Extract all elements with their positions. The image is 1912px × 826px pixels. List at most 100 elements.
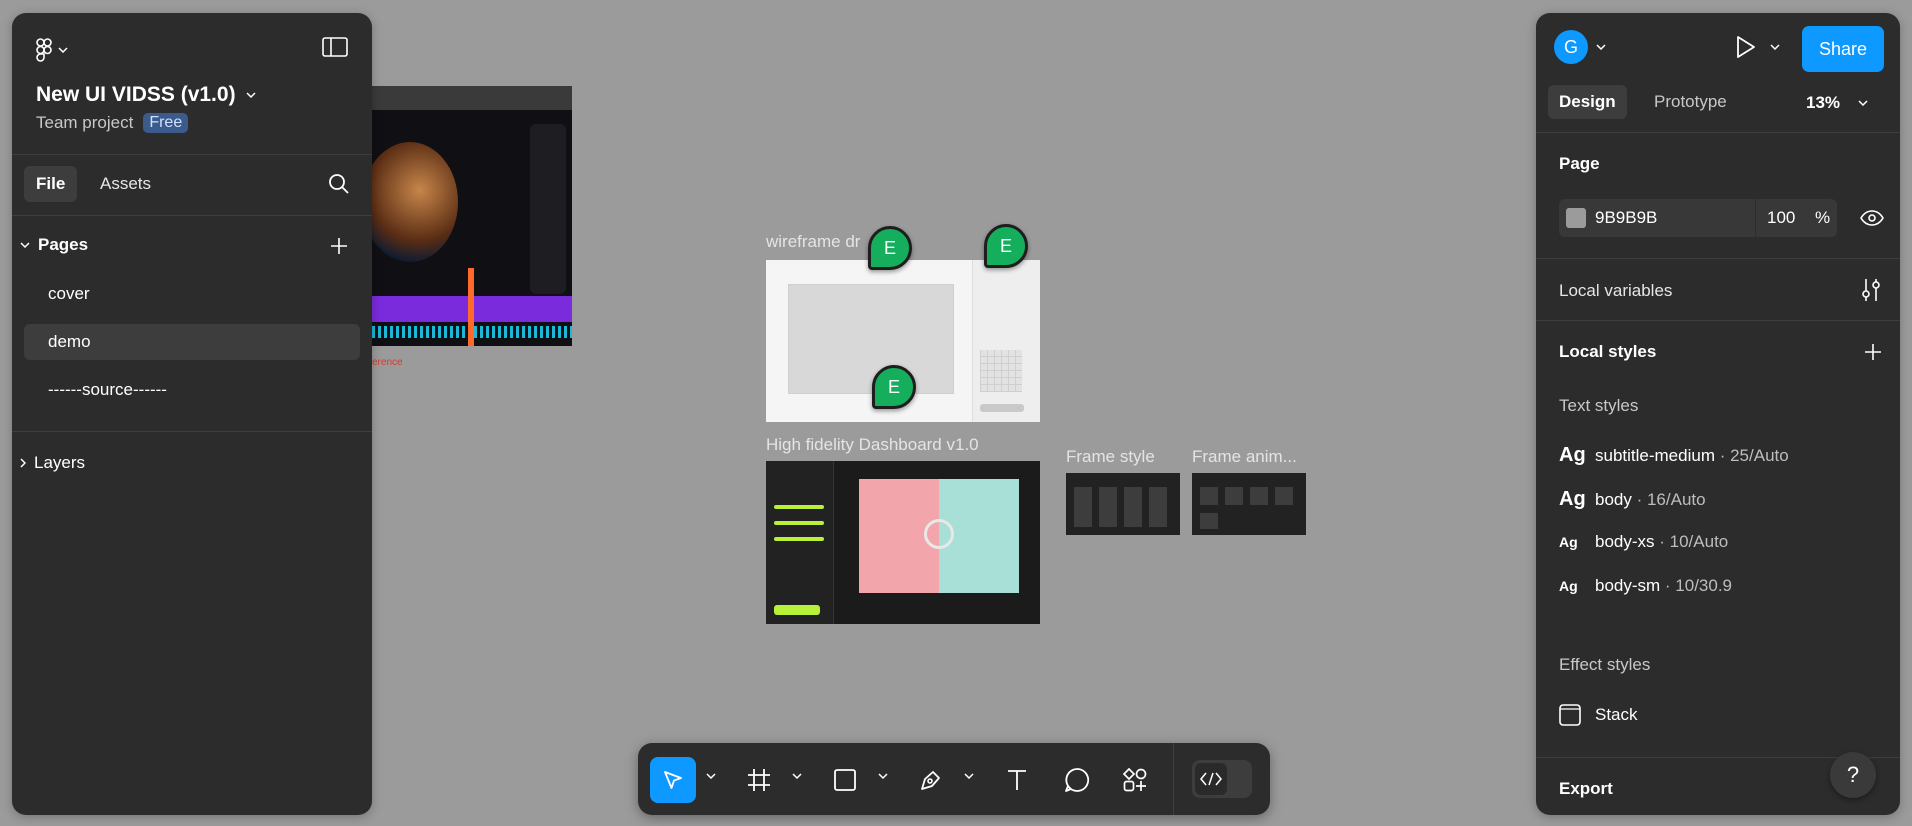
right-sidebar: G Share Design Prototype 13% Page 9B9B9B… bbox=[1536, 13, 1900, 815]
left-sidebar: New UI VIDSS (v1.0) Team project Free Fi… bbox=[12, 13, 372, 815]
comment-tool-button[interactable] bbox=[1054, 757, 1100, 803]
local-variables-button[interactable]: Local variables bbox=[1559, 281, 1672, 301]
pages-heading: Pages bbox=[38, 235, 89, 254]
text-style-item[interactable]: Ag body-xs · 10/Auto bbox=[1559, 532, 1728, 552]
dev-mode-toggle[interactable] bbox=[1192, 760, 1252, 798]
text-style-item[interactable]: Ag body · 16/Auto bbox=[1559, 488, 1706, 511]
plus-icon bbox=[331, 238, 347, 254]
collaborator-cursor[interactable]: E bbox=[984, 224, 1028, 268]
toggle-sidebar-button[interactable] bbox=[322, 37, 350, 61]
frame-label-style[interactable]: Frame style bbox=[1066, 447, 1155, 467]
page-item-source[interactable]: ------source------ bbox=[24, 372, 360, 408]
text-style-name: body-xs bbox=[1595, 532, 1655, 551]
text-style-meta: · 10/Auto bbox=[1654, 532, 1729, 551]
chevron-down-icon[interactable] bbox=[878, 773, 888, 779]
zoom-dropdown[interactable]: 13% bbox=[1806, 93, 1868, 113]
plan-badge: Free bbox=[143, 113, 189, 133]
pages-header[interactable]: Pages bbox=[20, 235, 88, 255]
bottom-toolbar bbox=[638, 743, 1270, 815]
tab-design[interactable]: Design bbox=[1548, 85, 1627, 119]
code-icon bbox=[1200, 772, 1222, 786]
chevron-down-icon[interactable] bbox=[964, 773, 974, 779]
frame-thumbnail-animation[interactable] bbox=[1192, 473, 1306, 535]
dev-mode-knob bbox=[1195, 763, 1227, 795]
user-menu-button[interactable]: G bbox=[1554, 30, 1606, 64]
collaborator-initial: E bbox=[887, 376, 900, 397]
text-style-name: subtitle-medium bbox=[1595, 446, 1715, 465]
frame-label-wireframe[interactable]: wireframe dr bbox=[766, 232, 860, 252]
page-fill-field[interactable]: 9B9B9B 100 % bbox=[1559, 199, 1837, 237]
opacity-input[interactable]: 100 bbox=[1767, 208, 1795, 228]
tab-file[interactable]: File bbox=[24, 166, 78, 202]
layers-heading: Layers bbox=[34, 453, 86, 472]
team-name[interactable]: Team project bbox=[36, 113, 133, 133]
search-icon bbox=[329, 174, 349, 194]
eye-icon bbox=[1860, 210, 1884, 226]
frame-tool-button[interactable] bbox=[736, 757, 782, 803]
chevron-down-icon[interactable] bbox=[706, 773, 716, 779]
page-section-heading: Page bbox=[1559, 154, 1600, 173]
avatar: G bbox=[1554, 30, 1588, 64]
chevron-down-icon[interactable] bbox=[792, 773, 802, 779]
main-menu-button[interactable] bbox=[36, 35, 80, 65]
add-page-button[interactable] bbox=[330, 237, 348, 260]
file-location: Team project Free bbox=[36, 113, 189, 133]
rectangle-icon bbox=[834, 769, 856, 791]
add-style-button[interactable] bbox=[1864, 343, 1882, 366]
file-name-button[interactable]: New UI VIDSS (v1.0) bbox=[36, 83, 256, 107]
toolbar-divider bbox=[1173, 743, 1174, 815]
text-styles-heading: Text styles bbox=[1559, 396, 1639, 415]
fill-hex-input[interactable]: 9B9B9B bbox=[1595, 208, 1657, 228]
help-button[interactable]: ? bbox=[1830, 752, 1876, 798]
actions-tool-button[interactable] bbox=[1112, 757, 1158, 803]
play-icon bbox=[1737, 36, 1755, 58]
toggle-visibility-button[interactable] bbox=[1860, 210, 1884, 231]
variables-settings-button[interactable] bbox=[1860, 278, 1882, 307]
tab-assets[interactable]: Assets bbox=[88, 166, 163, 202]
page-item-demo[interactable]: demo bbox=[24, 324, 360, 360]
frame-label-animation[interactable]: Frame anim... bbox=[1192, 447, 1297, 467]
divider bbox=[12, 431, 372, 432]
collaborator-cursor[interactable]: E bbox=[872, 365, 916, 409]
file-name: New UI VIDSS (v1.0) bbox=[36, 83, 236, 106]
frame-thumbnail-dashboard[interactable] bbox=[766, 461, 1040, 624]
divider bbox=[12, 215, 372, 216]
page-item-cover[interactable]: cover bbox=[24, 276, 360, 312]
color-swatch[interactable] bbox=[1566, 208, 1586, 228]
effect-style-icon bbox=[1559, 704, 1581, 726]
tab-prototype[interactable]: Prototype bbox=[1650, 85, 1731, 119]
plus-icon bbox=[1865, 344, 1881, 360]
chevron-down-icon bbox=[1858, 100, 1868, 106]
figma-logo-icon bbox=[36, 38, 52, 62]
frame-icon bbox=[748, 769, 770, 791]
pen-tool-button[interactable] bbox=[908, 757, 954, 803]
pen-icon bbox=[921, 771, 940, 790]
frame-label-dashboard[interactable]: High fidelity Dashboard v1.0 bbox=[766, 435, 979, 455]
frame-thumbnail-style[interactable] bbox=[1066, 473, 1180, 535]
text-style-icon: Ag bbox=[1559, 444, 1586, 466]
divider bbox=[1536, 258, 1900, 259]
text-style-item[interactable]: Ag subtitle-medium · 25/Auto bbox=[1559, 444, 1789, 467]
text-style-icon: Ag bbox=[1559, 578, 1578, 594]
collaborator-initial: E bbox=[883, 237, 896, 258]
effect-style-item[interactable]: Stack bbox=[1559, 704, 1638, 726]
shape-tool-button[interactable] bbox=[822, 757, 868, 803]
search-button[interactable] bbox=[328, 173, 350, 200]
local-styles-heading: Local styles bbox=[1559, 342, 1657, 361]
present-button[interactable] bbox=[1736, 35, 1780, 59]
export-heading[interactable]: Export bbox=[1559, 779, 1613, 799]
text-style-item[interactable]: Ag body-sm · 10/30.9 bbox=[1559, 576, 1732, 596]
move-tool-button[interactable] bbox=[650, 757, 696, 803]
sliders-icon bbox=[1862, 279, 1880, 301]
comment-icon bbox=[1065, 768, 1090, 792]
layers-header[interactable]: Layers bbox=[20, 453, 85, 473]
text-style-icon: Ag bbox=[1559, 488, 1586, 510]
text-style-name: body bbox=[1595, 490, 1632, 509]
chevron-down-icon bbox=[20, 242, 30, 248]
share-button[interactable]: Share bbox=[1802, 26, 1884, 72]
chevron-down-icon bbox=[1770, 44, 1780, 50]
text-tool-button[interactable] bbox=[994, 757, 1040, 803]
divider bbox=[1536, 132, 1900, 133]
zoom-level: 13% bbox=[1806, 93, 1841, 112]
collaborator-cursor[interactable]: E bbox=[868, 226, 912, 270]
